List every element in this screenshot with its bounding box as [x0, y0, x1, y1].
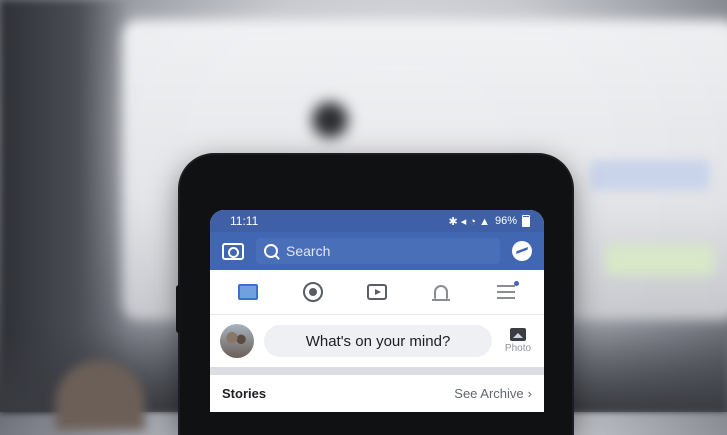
signal-icons: ✱ ◂ ◔ ▲: [448, 215, 490, 228]
news-feed-icon: [238, 284, 259, 300]
whats-on-your-mind-button[interactable]: What's on your mind?: [264, 325, 492, 357]
photo-button[interactable]: Photo: [502, 328, 534, 354]
status-icons: ✱ ◂ ◔ ▲ 96%: [449, 215, 530, 228]
watch-icon: [366, 284, 387, 300]
groups-icon: [302, 282, 323, 302]
tab-news-feed[interactable]: [235, 281, 261, 303]
phone-side-button: [176, 285, 182, 333]
battery-icon: [522, 215, 530, 227]
tab-notifications[interactable]: [428, 281, 454, 303]
search-input[interactable]: [284, 242, 488, 260]
menu-icon: [496, 281, 519, 299]
phone-screen: 11:11 ✱ ◂ ◔ ▲ 96% What's on your mind? P…: [210, 210, 544, 412]
status-time: 11:11: [230, 214, 259, 228]
stories-title: Stories: [222, 385, 267, 401]
tab-bar: [210, 270, 544, 315]
tab-watch[interactable]: [364, 281, 390, 303]
background-blur-block: [605, 245, 715, 275]
bell-icon: [432, 285, 451, 301]
battery-percent: 96%: [494, 215, 517, 227]
post-composer: What's on your mind? Photo: [210, 315, 544, 367]
chevron-right-icon: ›: [527, 385, 532, 401]
tab-groups[interactable]: [300, 281, 326, 303]
photo-label: Photo: [504, 343, 532, 354]
see-archive-link[interactable]: See Archive ›: [454, 386, 532, 401]
section-divider: [210, 367, 544, 375]
search-icon: [264, 244, 278, 258]
top-bar: [210, 232, 544, 270]
messenger-icon[interactable]: [512, 241, 532, 261]
tab-menu[interactable]: [493, 281, 519, 303]
see-archive-label: See Archive: [454, 385, 524, 401]
status-bar: 11:11 ✱ ◂ ◔ ▲ 96%: [210, 210, 544, 232]
search-box[interactable]: [256, 238, 500, 264]
background-blur-block: [590, 160, 710, 190]
avatar[interactable]: [220, 324, 254, 358]
camera-icon[interactable]: [222, 242, 244, 260]
photo-icon: [510, 328, 526, 341]
stories-header: Stories See Archive ›: [210, 375, 544, 411]
background-webcam: [312, 102, 348, 138]
